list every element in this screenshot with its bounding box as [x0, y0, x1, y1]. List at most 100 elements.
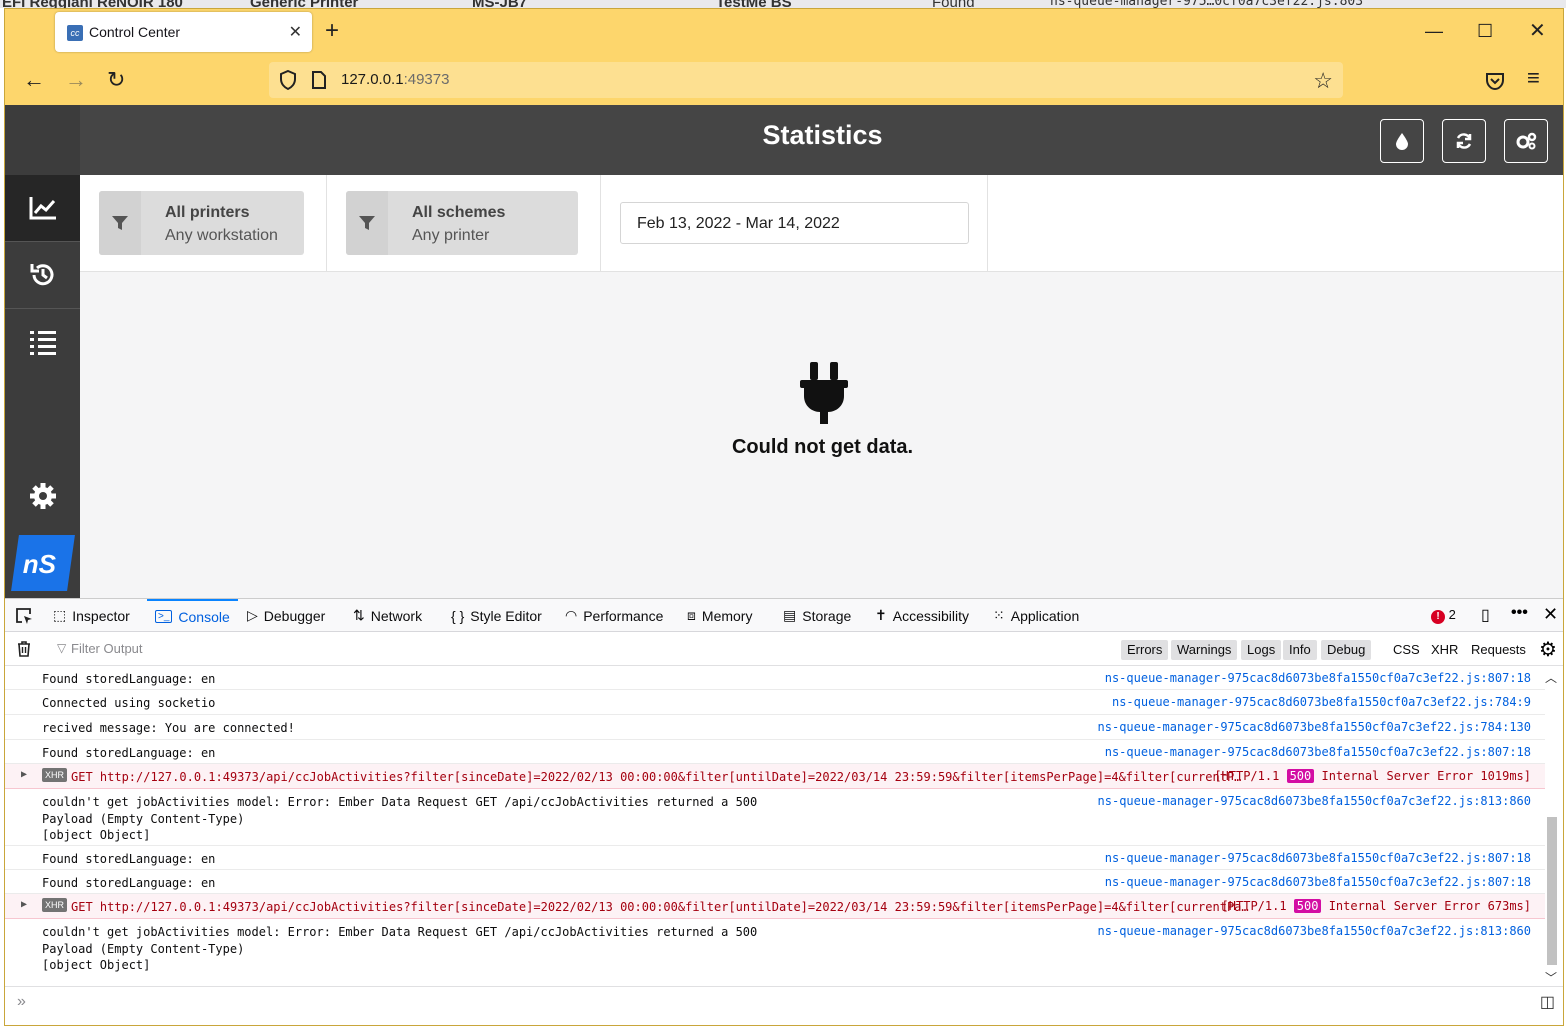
devtools-tab-debugger[interactable]: ▷ Debugger	[247, 599, 325, 632]
devtools-tab-bar: ⬚ Inspector >_ Console ▷ Debugger ⇅ Network …	[5, 599, 1563, 632]
filter-funnel-icon	[346, 191, 388, 255]
console-input[interactable]: » ◫	[5, 986, 1563, 1016]
bookmark-star-icon[interactable]: ☆	[1313, 68, 1333, 94]
accessibility-icon: ✝	[875, 607, 887, 623]
back-button[interactable]: ←	[23, 69, 45, 91]
log-source-link[interactable]: ns-queue-manager-975cac8d6073be8fa1550cf…	[1098, 924, 1531, 938]
log-source-link[interactable]: ns-queue-manager-975cac8d6073be8fa1550cf…	[1105, 671, 1531, 685]
expand-triangle-icon[interactable]: ▶	[21, 899, 27, 910]
console-settings-gear-icon[interactable]: ⚙	[1539, 637, 1557, 662]
xhr-error-row[interactable]: ▶ XHR GET http://127.0.0.1:49373/api/ccJ…	[5, 764, 1545, 789]
log-message: recived message: You are connected!	[42, 721, 295, 735]
devtools-tab-network[interactable]: ⇅ Network	[353, 599, 422, 632]
page-icon[interactable]	[311, 70, 327, 90]
filter-requests-toggle[interactable]: Requests	[1471, 642, 1526, 657]
devtools-tab-inspector[interactable]: ⬚ Inspector	[53, 599, 130, 632]
http-version: [HTTP/1.1	[1214, 769, 1287, 783]
close-window-button[interactable]: ✕	[1529, 21, 1546, 41]
console-output: Found storedLanguage: en ns-queue-manager…	[5, 666, 1545, 986]
gears-icon	[1516, 132, 1537, 150]
expand-triangle-icon[interactable]: ▶	[21, 769, 27, 780]
log-source-link[interactable]: ns-queue-manager-975cac8d6073be8fa1550cf…	[1105, 851, 1531, 865]
log-row: couldn't get jobActivities model: Error:…	[5, 789, 1545, 846]
filter-css-toggle[interactable]: CSS	[1393, 642, 1420, 657]
filter-output-input[interactable]: Filter Output	[71, 641, 143, 656]
sidebar-item-history[interactable]	[5, 242, 80, 308]
url-bar[interactable]: 127.0.0.1:49373 ☆	[269, 62, 1343, 98]
log-message: Found storedLanguage: en	[42, 746, 216, 760]
plug-icon	[800, 362, 848, 424]
url-text[interactable]: 127.0.0.1:49373	[341, 71, 449, 88]
tab-label: Application	[1010, 607, 1080, 624]
responsive-mode-icon[interactable]: ▯	[1481, 605, 1490, 625]
xhr-request-url[interactable]: GET http://127.0.0.1:49373/api/ccJobActi…	[71, 769, 1241, 786]
filter-warnings-toggle[interactable]: Warnings	[1171, 640, 1238, 660]
devtools-tab-style-editor[interactable]: { } Style Editor	[451, 599, 542, 632]
filter-xhr-toggle[interactable]: XHR	[1431, 642, 1458, 657]
log-source-link[interactable]: ns-queue-manager-975cac8d6073be8fa1550cf…	[1105, 745, 1531, 759]
log-source-link[interactable]: ns-queue-manager-975cac8d6073be8fa1550cf…	[1105, 875, 1531, 889]
minimize-button[interactable]: —	[1425, 21, 1443, 41]
menu-hamburger-icon[interactable]: ≡	[1527, 67, 1540, 89]
shield-icon[interactable]	[279, 70, 297, 90]
scroll-down-icon[interactable]: ﹀	[1545, 969, 1557, 986]
filter-info-toggle[interactable]: Info	[1283, 640, 1317, 660]
maximize-button[interactable]: ☐	[1477, 21, 1493, 41]
log-source-link[interactable]: ns-queue-manager-975cac8d6073be8fa1550cf…	[1098, 720, 1531, 734]
error-count: 2	[1448, 607, 1456, 622]
log-source-link[interactable]: ns-queue-manager-975cac8d6073be8fa1550cf…	[1112, 695, 1531, 709]
background-tab: ns-queue-manager-975…0cf0a7c3ef22.js:803	[1050, 0, 1364, 8]
new-tab-button[interactable]: +	[325, 19, 339, 43]
devtools-tab-console[interactable]: >_ Console	[147, 599, 238, 632]
trash-icon[interactable]	[17, 641, 31, 657]
xhr-badge: XHR	[42, 768, 68, 782]
devtools-tab-storage[interactable]: ▤ Storage	[783, 599, 851, 632]
log-message: couldn't get jobActivities model: Error:…	[42, 925, 758, 972]
close-devtools-icon[interactable]: ✕	[1543, 604, 1558, 625]
scrollbar-thumb[interactable]	[1547, 817, 1557, 965]
date-range-input[interactable]: Feb 13, 2022 - Mar 14, 2022	[620, 202, 969, 244]
pocket-icon[interactable]	[1485, 71, 1505, 91]
refresh-button[interactable]	[1442, 119, 1486, 163]
sidebar-item-queue[interactable]	[5, 309, 80, 375]
status-badge: 500	[1286, 769, 1315, 783]
settings-button[interactable]	[1504, 119, 1548, 163]
element-picker-icon[interactable]	[15, 607, 33, 625]
droplet-icon	[1396, 133, 1408, 150]
log-source-link[interactable]: ns-queue-manager-975cac8d6073be8fa1550cf…	[1098, 794, 1531, 808]
devtools-tab-application[interactable]: ⁙ Application	[993, 599, 1079, 632]
filter-debug-toggle[interactable]: Debug	[1321, 640, 1372, 660]
printers-filter-subtitle: Any workstation	[165, 227, 278, 244]
console-scrollbar[interactable]: ︿ ﹀	[1545, 669, 1559, 987]
devtools-tab-memory[interactable]: ⧈ Memory	[687, 599, 752, 632]
tab-label: Style Editor	[470, 607, 542, 624]
reload-button[interactable]: ↻	[107, 69, 125, 91]
tab-title: Control Center	[89, 24, 181, 40]
sidebar-item-settings[interactable]	[5, 463, 80, 529]
http-version: [HTTP/1.1	[1221, 899, 1294, 913]
devtools-tab-performance[interactable]: ◠ Performance	[565, 599, 663, 632]
filter-logs-toggle[interactable]: Logs	[1241, 640, 1282, 660]
browser-tab-control-center[interactable]: cc Control Center ✕	[55, 12, 312, 52]
sidebar: nS	[5, 105, 80, 598]
favicon-icon: cc	[67, 25, 83, 41]
background-tab: EFI Reggiani ReNOIR 180	[2, 0, 183, 8]
chip-icon: ⧈	[687, 607, 696, 623]
tab-label: Inspector	[72, 607, 130, 624]
schemes-filter-button[interactable]: All schemes Any printer	[346, 191, 578, 255]
scroll-up-icon[interactable]: ︿	[1545, 669, 1557, 686]
xhr-request-url[interactable]: GET http://127.0.0.1:49373/api/ccJobActi…	[71, 899, 1249, 916]
filter-bar: All printers Any workstation All schemes…	[80, 175, 1563, 272]
forward-button[interactable]: →	[65, 69, 87, 91]
ink-button[interactable]	[1380, 119, 1424, 163]
tab-close-icon[interactable]: ✕	[289, 22, 302, 42]
background-tab: TestMe BS	[716, 0, 792, 8]
sidebar-item-statistics[interactable]	[5, 175, 80, 241]
filter-errors-toggle[interactable]: Errors	[1121, 640, 1169, 660]
editor-mode-icon[interactable]: ◫	[1540, 992, 1555, 1012]
devtools-tab-accessibility[interactable]: ✝ Accessibility	[875, 599, 969, 632]
more-options-icon[interactable]: •••	[1511, 604, 1528, 622]
error-counter[interactable]: ! 2	[1431, 607, 1456, 624]
printers-filter-button[interactable]: All printers Any workstation	[99, 191, 304, 255]
xhr-error-row[interactable]: ▶ XHR GET http://127.0.0.1:49373/api/ccJ…	[5, 894, 1545, 919]
